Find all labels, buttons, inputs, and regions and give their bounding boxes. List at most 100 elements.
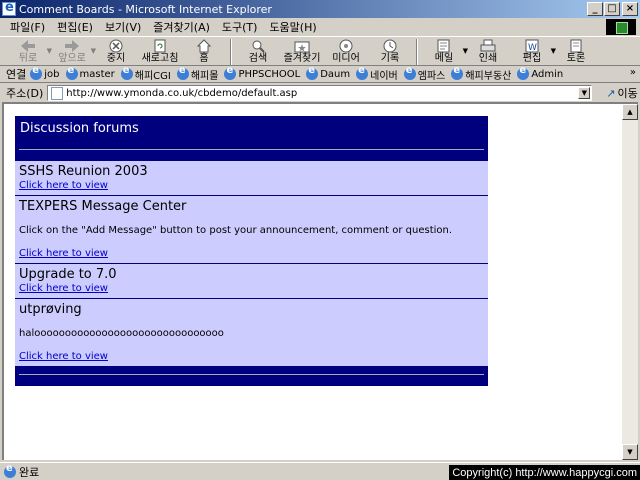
ie-page-icon bbox=[65, 66, 78, 80]
board-row: Upgrade to 7.0 Click here to view bbox=[15, 263, 488, 298]
board-view-link[interactable]: Click here to view bbox=[19, 283, 484, 295]
media-icon bbox=[339, 39, 353, 53]
menu-file[interactable]: 파일(F) bbox=[4, 19, 51, 35]
search-icon bbox=[252, 40, 265, 53]
vertical-scrollbar[interactable]: ▲ ▼ bbox=[622, 102, 638, 460]
ie-page-icon bbox=[451, 66, 464, 80]
links-label: 연결 bbox=[6, 68, 27, 81]
address-dropdown-icon[interactable]: ▼ bbox=[578, 87, 591, 99]
refresh-icon bbox=[154, 39, 166, 53]
svg-text:W: W bbox=[528, 43, 537, 53]
stop-button[interactable]: 중지 bbox=[94, 37, 138, 67]
page-content: Discussion forums SSHS Reunion 2003 Clic… bbox=[2, 102, 622, 460]
menu-bar: 파일(F) 편집(E) 보기(V) 즐겨찾기(A) 도구(T) 도움말(H) bbox=[0, 18, 640, 36]
ie-page-icon bbox=[30, 66, 43, 80]
page-icon bbox=[51, 86, 64, 100]
links-more-chevron-icon[interactable]: » bbox=[630, 67, 636, 78]
menu-help[interactable]: 도움말(H) bbox=[263, 19, 322, 35]
link-item[interactable]: 해피부동산 bbox=[451, 66, 511, 82]
home-button[interactable]: 홈 bbox=[182, 37, 226, 67]
board-row: SSHS Reunion 2003 Click here to view bbox=[15, 160, 488, 195]
links-bar: 연결 job master 해피CGI 해피몰 PHPSCHOOL Daum 네… bbox=[0, 66, 640, 83]
go-button[interactable]: ↗ 이동 bbox=[606, 85, 637, 101]
board-title: SSHS Reunion 2003 bbox=[19, 164, 148, 179]
ie-page-icon bbox=[403, 66, 416, 80]
refresh-button[interactable]: 새로고침 bbox=[138, 37, 182, 67]
forum-table: Discussion forums SSHS Reunion 2003 Clic… bbox=[15, 116, 488, 386]
favorites-folder-icon bbox=[294, 41, 310, 53]
link-item[interactable]: 해피CGI bbox=[120, 66, 171, 82]
ie-page-icon bbox=[517, 66, 530, 80]
forum-header: Discussion forums bbox=[15, 116, 488, 160]
scroll-down-icon[interactable]: ▼ bbox=[622, 444, 638, 460]
link-item[interactable]: Daum bbox=[306, 66, 350, 80]
forum-footer bbox=[15, 366, 488, 386]
history-button[interactable]: 기록 bbox=[368, 37, 412, 67]
minimize-button[interactable]: _ bbox=[587, 2, 603, 16]
board-row: TEXPERS Message Center Click on the "Add… bbox=[15, 195, 488, 263]
address-input[interactable] bbox=[66, 87, 567, 99]
word-edit-icon: W bbox=[525, 39, 539, 53]
ie-page-icon bbox=[224, 66, 237, 80]
toolbar-separator bbox=[416, 39, 418, 65]
back-button[interactable]: 뒤로 ▼ bbox=[6, 37, 52, 67]
board-view-link[interactable]: Click here to view bbox=[19, 180, 484, 192]
board-title: TEXPERS Message Center bbox=[19, 199, 187, 214]
link-item[interactable]: PHPSCHOOL bbox=[224, 66, 300, 80]
ie-page-icon bbox=[176, 66, 189, 80]
ie-page-icon bbox=[120, 66, 133, 80]
maximize-button[interactable]: □ bbox=[604, 2, 620, 16]
discuss-icon bbox=[570, 39, 582, 53]
board-view-link[interactable]: Click here to view bbox=[19, 351, 484, 363]
windows-logo-icon bbox=[606, 19, 636, 35]
edit-button[interactable]: W 편집 ▼ bbox=[510, 37, 556, 67]
address-label: 주소(D) bbox=[6, 87, 44, 100]
copyright-watermark: Copyright(c) http://www.happycgi.com bbox=[449, 465, 640, 480]
history-icon bbox=[383, 39, 397, 53]
back-arrow-icon bbox=[21, 40, 35, 52]
forum-title: Discussion forums bbox=[20, 121, 139, 136]
mail-button[interactable]: 메일 ▼ bbox=[422, 37, 468, 67]
standard-toolbar: 뒤로 ▼ 앞으로 ▼ 중지 새로고침 홈 검색 즐겨찾기 미디어 기록 메일 ▼ bbox=[0, 36, 640, 66]
search-button[interactable]: 검색 bbox=[236, 37, 280, 67]
ie-icon bbox=[2, 0, 16, 16]
link-item[interactable]: 엠파스 bbox=[403, 66, 445, 82]
discuss-button[interactable]: 토론 bbox=[554, 37, 598, 67]
menu-tools[interactable]: 도구(T) bbox=[216, 19, 264, 35]
menu-edit[interactable]: 편집(E) bbox=[51, 19, 99, 35]
link-item[interactable]: master bbox=[65, 66, 115, 80]
forward-arrow-icon bbox=[65, 40, 79, 52]
menu-view[interactable]: 보기(V) bbox=[99, 19, 147, 35]
close-button[interactable]: × bbox=[622, 2, 638, 16]
board-title: utprøving bbox=[19, 302, 82, 317]
address-box: ▼ bbox=[47, 85, 593, 101]
board-description: Click on the "Add Message" button to pos… bbox=[19, 225, 453, 236]
go-arrow-icon: ↗ bbox=[606, 86, 616, 100]
menu-favorites[interactable]: 즐겨찾기(A) bbox=[147, 19, 216, 35]
media-button[interactable]: 미디어 bbox=[324, 37, 368, 67]
ie-page-icon bbox=[4, 463, 16, 478]
board-view-link[interactable]: Click here to view bbox=[19, 248, 484, 260]
stop-icon bbox=[109, 39, 123, 53]
home-icon bbox=[196, 39, 212, 53]
favorites-button[interactable]: 즐겨찾기 bbox=[280, 37, 324, 67]
ie-page-icon bbox=[356, 66, 369, 80]
link-item[interactable]: 네이버 bbox=[356, 66, 398, 82]
title-bar: Comment Boards - Microsoft Internet Expl… bbox=[0, 0, 640, 18]
address-bar: 주소(D) ▼ ↗ 이동 bbox=[0, 84, 640, 102]
board-description: halooooooooooooooooooooooooooooooo bbox=[19, 328, 224, 339]
mail-icon bbox=[437, 39, 450, 53]
status-bar: 완료 Copyright(c) http://www.happycgi.com bbox=[0, 462, 640, 480]
board-row: utprøving halooooooooooooooooooooooooooo… bbox=[15, 298, 488, 366]
window-title: Comment Boards - Microsoft Internet Expl… bbox=[19, 2, 272, 16]
toolbar-separator bbox=[230, 39, 232, 65]
board-title: Upgrade to 7.0 bbox=[19, 267, 117, 282]
scroll-up-icon[interactable]: ▲ bbox=[622, 104, 638, 120]
link-item[interactable]: job bbox=[30, 66, 60, 80]
link-item[interactable]: 해피몰 bbox=[176, 66, 218, 82]
ie-page-icon bbox=[306, 66, 319, 80]
forward-button[interactable]: 앞으로 ▼ bbox=[50, 37, 96, 67]
printer-icon bbox=[480, 39, 496, 52]
print-button[interactable]: 인쇄 bbox=[466, 37, 510, 67]
link-item[interactable]: Admin bbox=[517, 66, 563, 80]
